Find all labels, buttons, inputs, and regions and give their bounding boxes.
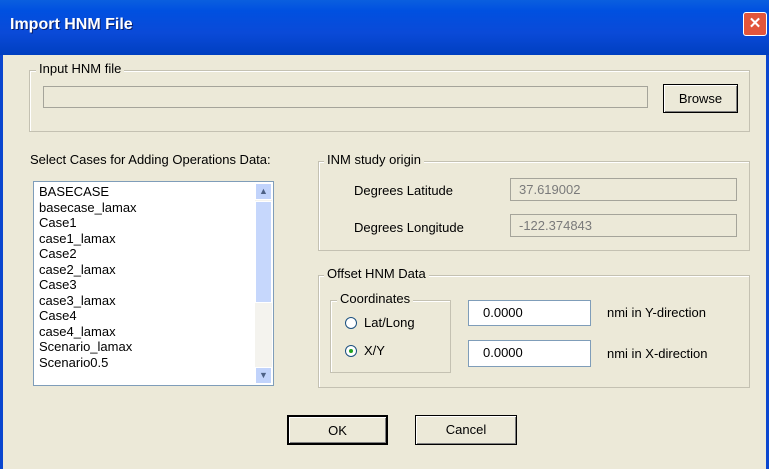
latitude-field[interactable]: 37.619002 xyxy=(510,178,737,201)
list-item[interactable]: case4_lamax xyxy=(39,324,137,340)
cases-listbox[interactable]: BASECASE basecase_lamax Case1 case1_lamax Ca… xyxy=(33,181,274,386)
cases-scrollbar[interactable]: ▲ ▼ xyxy=(255,183,272,384)
x-offset-input[interactable]: 0.0000 xyxy=(468,340,591,367)
hnm-file-path-field[interactable] xyxy=(43,86,648,108)
scroll-up-icon[interactable]: ▲ xyxy=(255,183,272,200)
list-item[interactable]: case2_lamax xyxy=(39,262,137,278)
list-item[interactable]: case1_lamax xyxy=(39,231,137,247)
xy-radio-label[interactable]: X/Y xyxy=(364,343,385,358)
browse-button[interactable]: Browse xyxy=(663,84,738,113)
title-bar: Import HNM File ✕ xyxy=(0,0,769,55)
cancel-button-label: Cancel xyxy=(445,422,487,437)
y-offset-input[interactable]: 0.0000 xyxy=(468,300,591,326)
offset-legend: Offset HNM Data xyxy=(324,266,429,281)
longitude-field[interactable]: -122.374843 xyxy=(510,214,737,237)
origin-group xyxy=(318,161,750,251)
latlong-radio[interactable] xyxy=(345,317,357,329)
ok-button[interactable]: OK xyxy=(287,415,388,445)
cases-label: Select Cases for Adding Operations Data: xyxy=(30,152,271,167)
list-item[interactable]: BASECASE xyxy=(39,184,137,200)
list-item[interactable]: Case4 xyxy=(39,308,137,324)
browse-button-label: Browse xyxy=(678,91,723,106)
list-item[interactable]: Case2 xyxy=(39,246,137,262)
input-hnm-legend: Input HNM file xyxy=(36,61,125,76)
list-item[interactable]: Case3 xyxy=(39,277,137,293)
list-item[interactable]: Case1 xyxy=(39,215,137,231)
close-icon[interactable]: ✕ xyxy=(743,12,767,36)
cases-list: BASECASE basecase_lamax Case1 case1_lamax Ca… xyxy=(39,184,137,370)
y-direction-label: nmi in Y-direction xyxy=(607,305,706,320)
latlong-radio-label[interactable]: Lat/Long xyxy=(364,315,415,330)
coordinates-group xyxy=(330,300,451,373)
latitude-label: Degrees Latitude xyxy=(354,183,454,198)
coordinates-legend: Coordinates xyxy=(337,291,414,306)
x-direction-label: nmi in X-direction xyxy=(607,346,708,361)
origin-legend: INM study origin xyxy=(324,152,424,167)
window-border-left xyxy=(0,55,3,469)
list-item[interactable]: Scenario0.5 xyxy=(39,355,137,371)
list-item[interactable]: Scenario_lamax xyxy=(39,339,137,355)
scroll-down-icon[interactable]: ▼ xyxy=(255,367,272,384)
list-item[interactable]: case3_lamax xyxy=(39,293,137,309)
scroll-thumb[interactable] xyxy=(255,201,272,303)
xy-radio[interactable] xyxy=(345,345,357,357)
window-title: Import HNM File xyxy=(10,16,133,33)
longitude-label: Degrees Longitude xyxy=(354,220,464,235)
cancel-button[interactable]: Cancel xyxy=(415,415,517,445)
list-item[interactable]: basecase_lamax xyxy=(39,200,137,216)
ok-button-label: OK xyxy=(328,423,347,438)
